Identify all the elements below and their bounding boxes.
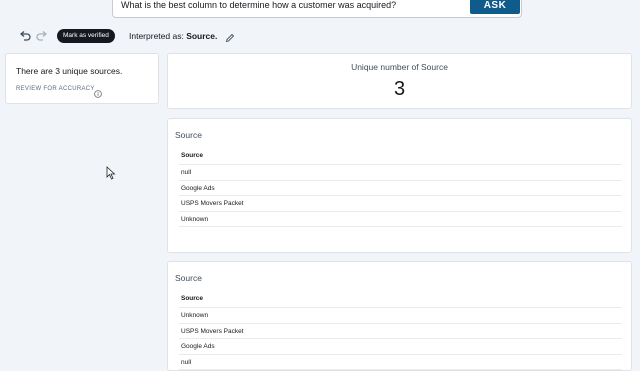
metric-value: 3 <box>393 78 406 100</box>
undo-icon[interactable] <box>18 29 32 43</box>
table-row: Unknown <box>179 308 622 324</box>
table-row: Google Ads <box>179 339 622 355</box>
table-title: Source <box>175 130 202 140</box>
redo-icon[interactable] <box>35 29 49 43</box>
table-row: Unknown <box>179 212 622 227</box>
source-table-card: Source Source Unknown USPS Movers Packet… <box>167 261 632 371</box>
review-for-accuracy-link[interactable]: REVIEW FOR ACCURACY <box>16 86 95 92</box>
interpretation: Interpreted as: Source. <box>129 31 217 41</box>
summary-card: There are 3 unique sources. REVIEW FOR A… <box>5 53 159 104</box>
column-header: Source <box>179 149 622 165</box>
question-bar: What is the best column to determine how… <box>112 0 522 18</box>
table-row: USPS Movers Packet <box>179 324 622 339</box>
interpreted-prefix: Interpreted as: <box>129 31 184 41</box>
question-input[interactable]: What is the best column to determine how… <box>121 0 396 10</box>
source-table: Source null Google Ads USPS Movers Packe… <box>179 149 622 227</box>
metric-title: Unique number of Source <box>351 62 448 72</box>
table-row: null <box>179 165 622 181</box>
table-row: USPS Movers Packet <box>179 196 622 212</box>
summary-text: There are 3 unique sources. <box>16 66 123 76</box>
edit-pencil-icon[interactable] <box>225 30 235 43</box>
source-table: Source Unknown USPS Movers Packet Google… <box>179 292 622 370</box>
ask-button[interactable]: ASK <box>470 0 520 14</box>
interpreted-value: Source. <box>186 31 218 41</box>
mark-as-verified-button[interactable]: Mark as verified <box>57 29 115 43</box>
source-table-card: Source Source null Google Ads USPS Mover… <box>167 118 632 253</box>
info-icon[interactable] <box>94 85 102 98</box>
metric-card: Unique number of Source 3 <box>167 53 632 109</box>
table-row: Google Ads <box>179 181 622 196</box>
table-title: Source <box>175 273 202 283</box>
mouse-cursor-icon <box>106 166 116 180</box>
column-header: Source <box>179 292 622 308</box>
table-row: null <box>179 355 622 370</box>
